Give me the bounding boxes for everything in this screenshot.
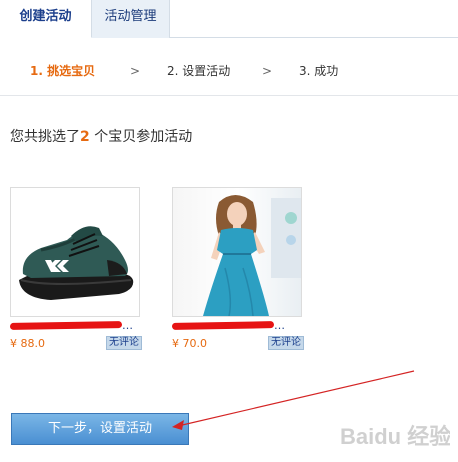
step-set-activity: 2. 设置活动 [167, 64, 231, 78]
product-title-link[interactable]: … [10, 319, 142, 333]
redaction-mark [172, 321, 275, 330]
product-title-link[interactable]: … [172, 319, 304, 333]
step-separator-1: > [130, 64, 141, 78]
next-step-button[interactable]: 下一步，设置活动 [11, 413, 189, 445]
product-price: ¥ 70.0 [172, 337, 207, 350]
selected-count: 2 [80, 129, 90, 145]
step-select-items: 1. 挑选宝贝 [30, 64, 96, 78]
product-title-ellipsis: … [274, 319, 285, 332]
step-progress: 1. 挑选宝贝 > 2. 设置活动 > 3. 成功 [0, 38, 458, 96]
step-success: 3. 成功 [299, 64, 339, 78]
selection-summary: 您共挑选了2 个宝贝参加活动 [10, 129, 192, 145]
tab-create-activity[interactable]: 创建活动 [0, 0, 92, 38]
dress-image[interactable] [172, 187, 302, 317]
tab-bar: 创建活动 活动管理 [0, 0, 458, 38]
review-badge: 无评论 [106, 336, 142, 350]
watermark-text: Baidu 经验 [340, 424, 450, 449]
redaction-mark [10, 321, 123, 330]
product-title-ellipsis: … [122, 319, 133, 332]
tab-activity-management[interactable]: 活动管理 [92, 0, 170, 38]
shoe-image[interactable] [10, 187, 140, 317]
product-meta: ¥ 70.0 无评论 [172, 335, 304, 351]
product-card: … ¥ 88.0 无评论 [10, 187, 142, 351]
review-badge: 无评论 [268, 336, 304, 350]
step-separator-2: > [262, 64, 273, 78]
summary-suffix: 个宝贝参加活动 [94, 129, 193, 145]
product-price: ¥ 88.0 [10, 337, 45, 350]
product-meta: ¥ 88.0 无评论 [10, 335, 142, 351]
product-card: … ¥ 70.0 无评论 [172, 187, 304, 351]
baidu-watermark: Baidu 经验 [340, 418, 451, 458]
summary-prefix: 您共挑选了 [10, 129, 80, 145]
